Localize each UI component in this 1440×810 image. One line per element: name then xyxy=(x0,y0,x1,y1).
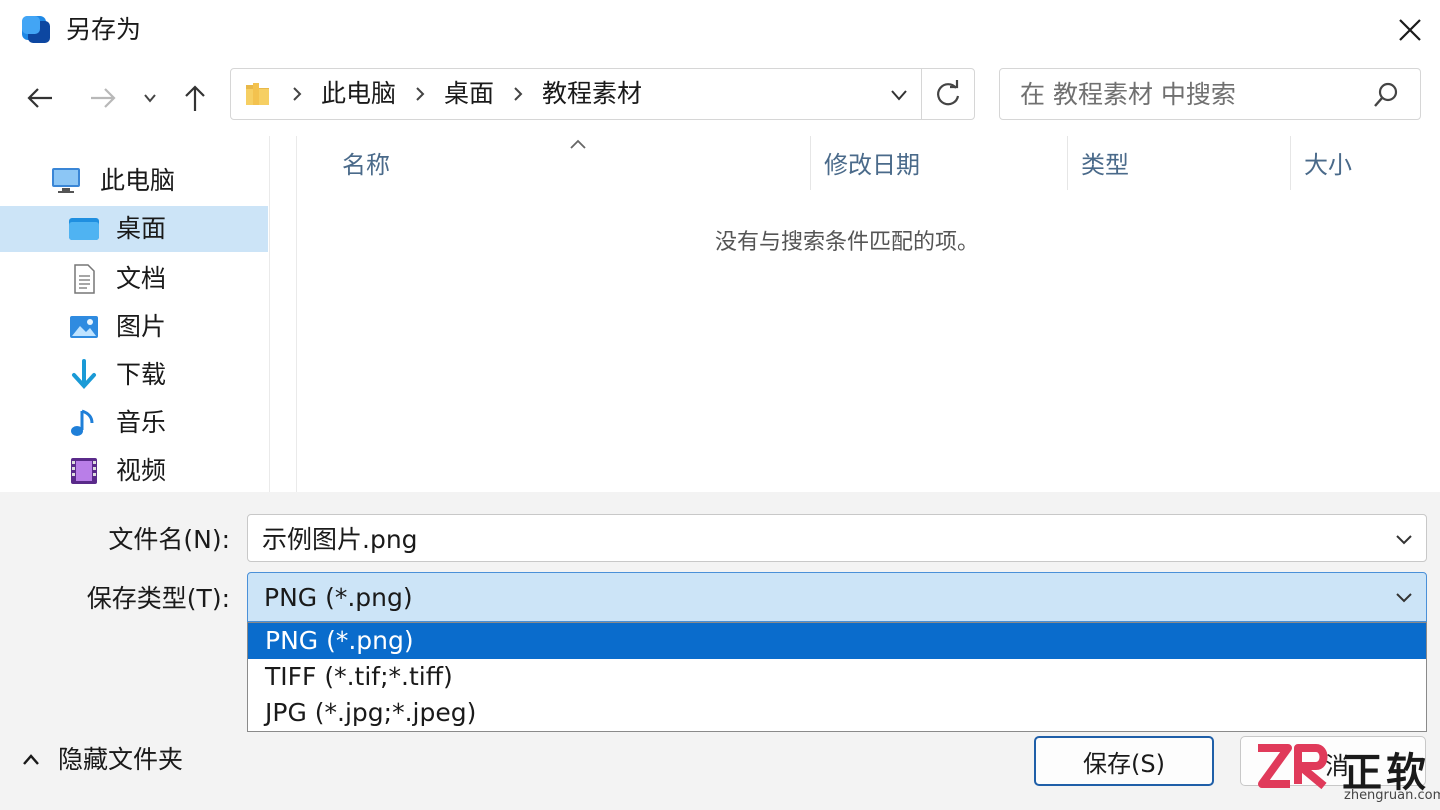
breadcrumb-this-pc[interactable]: 此电脑 xyxy=(321,78,396,110)
up-button[interactable] xyxy=(178,78,212,118)
save-type-label: 保存类型(T): xyxy=(86,584,230,613)
breadcrumb-separator xyxy=(512,86,524,102)
sidebar-item-desktop[interactable]: 桌面 xyxy=(0,206,268,252)
save-type-option-tiff[interactable]: TIFF (*.tif;*.tiff) xyxy=(248,659,1426,695)
breadcrumb-separator xyxy=(291,86,303,102)
column-divider[interactable] xyxy=(1067,136,1068,190)
save-type-option-png[interactable]: PNG (*.png) xyxy=(248,623,1426,659)
chevron-right-icon xyxy=(293,87,302,101)
option-label: TIFF (*.tif;*.tiff) xyxy=(265,662,453,691)
search-box[interactable] xyxy=(999,68,1421,120)
sidebar-item-pictures[interactable]: 图片 xyxy=(0,304,268,350)
document-icon xyxy=(68,263,100,295)
forward-button[interactable] xyxy=(86,78,120,118)
hide-folders-toggle[interactable]: 隐藏文件夹 xyxy=(20,742,183,778)
refresh-button[interactable] xyxy=(921,68,975,120)
sidebar-item-label: 此电脑 xyxy=(100,166,176,195)
breadcrumb-current-folder[interactable]: 教程素材 xyxy=(542,78,642,110)
computer-icon xyxy=(50,164,82,196)
file-list: 名称 修改日期 类型 大小 没有与搜索条件匹配的项。 xyxy=(296,136,1440,492)
column-header-date-modified[interactable]: 修改日期 xyxy=(824,150,920,180)
sidebar-item-videos[interactable]: 视频 xyxy=(0,448,268,494)
column-divider[interactable] xyxy=(810,136,811,190)
filename-dropdown-button[interactable] xyxy=(1392,527,1416,551)
sidebar-item-label: 音乐 xyxy=(116,408,167,437)
save-options-panel: 文件名(N): 保存类型(T): PNG (*.png) PNG (*.png)… xyxy=(0,492,1440,810)
app-icon xyxy=(22,16,50,43)
hide-folders-label: 隐藏文件夹 xyxy=(58,745,184,774)
sidebar-item-music[interactable]: 音乐 xyxy=(0,400,268,446)
sidebar-item-label: 桌面 xyxy=(116,214,167,243)
recent-locations-button[interactable] xyxy=(138,78,162,118)
arrow-right-icon xyxy=(91,88,116,108)
column-header-name[interactable]: 名称 xyxy=(342,150,390,180)
title-bar: 另存为 xyxy=(0,0,1440,62)
sidebar-item-label: 视频 xyxy=(116,456,167,485)
empty-list-message: 没有与搜索条件匹配的项。 xyxy=(714,230,979,255)
folder-icon xyxy=(246,83,269,105)
save-type-dropdown-button[interactable] xyxy=(1392,585,1416,609)
video-icon xyxy=(68,455,100,487)
sidebar-item-this-pc[interactable]: 此电脑 xyxy=(0,158,268,204)
column-divider[interactable] xyxy=(1290,136,1291,190)
column-header-size[interactable]: 大小 xyxy=(1304,150,1352,180)
chevron-down-icon xyxy=(1396,535,1412,545)
close-button[interactable] xyxy=(1388,12,1432,48)
arrow-up-icon xyxy=(185,85,205,111)
back-button[interactable] xyxy=(22,78,58,118)
breadcrumb-desktop[interactable]: 桌面 xyxy=(444,78,494,110)
zr-logo-icon xyxy=(1258,744,1328,790)
save-type-option-jpg[interactable]: JPG (*.jpg;*.jpeg) xyxy=(248,695,1426,731)
filename-label: 文件名(N): xyxy=(108,525,230,554)
address-bar[interactable]: 此电脑 桌面 教程素材 xyxy=(230,68,922,120)
sidebar-item-label: 文档 xyxy=(116,264,167,293)
option-label: PNG (*.png) xyxy=(265,626,414,655)
download-icon xyxy=(68,359,100,391)
chevron-down-icon xyxy=(891,90,907,101)
column-header-type[interactable]: 类型 xyxy=(1081,150,1129,180)
arrow-left-icon xyxy=(27,88,52,108)
chevron-down-icon xyxy=(1396,593,1412,603)
option-label: JPG (*.jpg;*.jpeg) xyxy=(265,698,477,727)
sidebar-item-documents[interactable]: 文档 xyxy=(0,256,268,302)
watermark-site: zhengruan.com xyxy=(1344,788,1440,803)
search-input[interactable] xyxy=(1020,77,1360,111)
navigation-pane: 此电脑 桌面 文档 图片 下载 音乐 视频 xyxy=(0,136,270,492)
chevron-up-icon xyxy=(23,754,39,765)
filename-combobox[interactable] xyxy=(247,514,1427,562)
sidebar-item-label: 下载 xyxy=(116,360,167,389)
music-icon xyxy=(68,407,100,439)
chevron-down-icon xyxy=(144,94,156,103)
pictures-icon xyxy=(68,311,100,343)
save-type-options-list: PNG (*.png) TIFF (*.tif;*.tiff) JPG (*.j… xyxy=(247,622,1427,732)
sidebar-item-downloads[interactable]: 下载 xyxy=(0,352,268,398)
window-title: 另存为 xyxy=(66,15,142,44)
close-icon xyxy=(1399,19,1421,41)
save-type-select[interactable]: PNG (*.png) xyxy=(247,572,1427,622)
breadcrumb-separator xyxy=(414,86,426,102)
sidebar-item-label: 图片 xyxy=(116,312,167,341)
save-type-value: PNG (*.png) xyxy=(264,583,413,612)
desktop-folder-icon xyxy=(68,213,100,245)
refresh-icon xyxy=(937,80,960,106)
search-icon[interactable] xyxy=(1372,81,1400,109)
chevron-right-icon xyxy=(416,87,425,101)
address-history-dropdown[interactable] xyxy=(885,81,913,109)
sort-ascending-icon xyxy=(570,139,586,149)
filename-input[interactable] xyxy=(262,521,1362,555)
save-button[interactable]: 保存(S) xyxy=(1034,736,1214,786)
watermark: 正软 zhengruan.com xyxy=(1252,736,1440,810)
chevron-right-icon xyxy=(514,87,523,101)
